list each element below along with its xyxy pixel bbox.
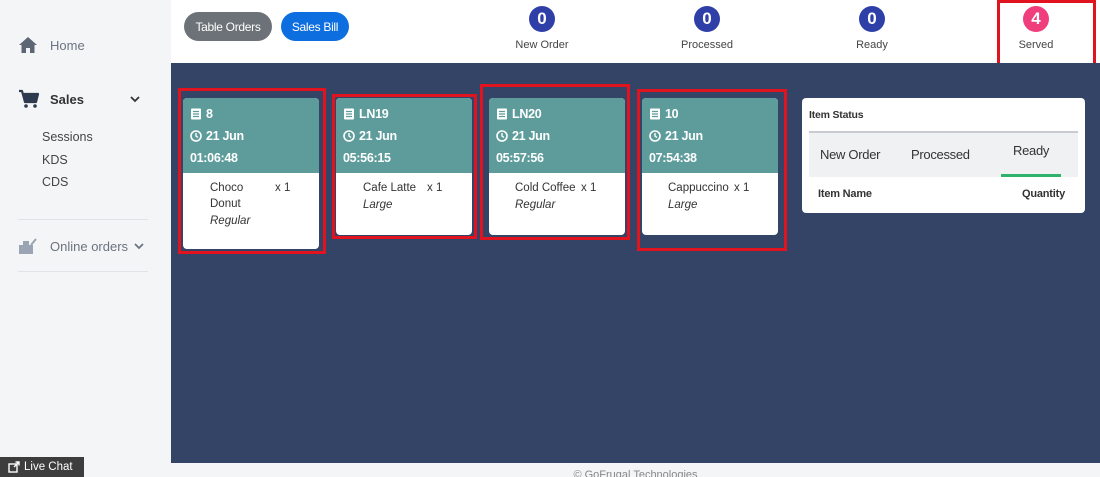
sales-submenu: Sessions KDS CDS: [42, 128, 93, 196]
sidebar-item-sales[interactable]: Sales: [18, 89, 140, 109]
sidebar-item-label: Online orders: [50, 238, 129, 254]
external-link-icon: [8, 461, 20, 473]
cart-icon: [19, 89, 40, 108]
header: Table Orders Sales Bill 0 New Order 0 Pr…: [171, 0, 1100, 66]
panel-title: Item Status: [809, 109, 864, 121]
status-tabs: New Order Processed Ready: [809, 131, 1078, 177]
sidebar-item-kds[interactable]: KDS: [42, 151, 93, 174]
table-orders-button[interactable]: Table Orders: [184, 12, 272, 41]
ticket-highlight: [332, 94, 477, 239]
ticket-highlight: [480, 84, 630, 240]
sidebar-item-sessions[interactable]: Sessions: [42, 128, 93, 151]
column-header-item-name: Item Name: [818, 188, 872, 200]
tab-new-order[interactable]: New Order: [820, 133, 880, 177]
ticket-highlight: [178, 88, 326, 254]
sales-bill-button[interactable]: Sales Bill: [281, 12, 349, 41]
footer: © GoFrugal Technologies: [171, 463, 1100, 477]
item-status-panel: Item Status New Order Processed Ready It…: [802, 98, 1085, 213]
count-badge: 0: [859, 6, 885, 32]
sidebar-item-label: Home: [50, 37, 85, 53]
sidebar-item-cds[interactable]: CDS: [42, 173, 93, 196]
tab-ready[interactable]: Ready: [1000, 133, 1062, 177]
count-badge: 0: [529, 6, 555, 32]
chevron-down-icon: [134, 243, 144, 250]
live-chat-label: Live Chat: [24, 461, 73, 473]
sidebar-divider: [18, 219, 148, 220]
sidebar-item-online-orders[interactable]: Online orders: [18, 236, 144, 256]
sidebar: Home Sales Sessions KDS CDS Online order…: [0, 0, 171, 477]
stat-label: New Order: [515, 39, 569, 51]
online-orders-icon: [19, 238, 37, 254]
live-chat-button[interactable]: Live Chat: [0, 457, 84, 477]
served-highlight: [997, 0, 1096, 66]
column-header-quantity: Quantity: [1021, 188, 1065, 200]
home-icon: [19, 37, 37, 53]
tab-processed[interactable]: Processed: [911, 133, 970, 177]
stat-new-order[interactable]: 0 New Order: [487, 6, 597, 51]
count-badge: 0: [694, 6, 720, 32]
stat-processed[interactable]: 0 Processed: [652, 6, 762, 51]
sidebar-item-home[interactable]: Home: [18, 36, 85, 54]
sidebar-divider: [18, 271, 148, 272]
kds-board: 8 21 Jun 01:06:48 Choco Donut x 1 Regula…: [171, 63, 1100, 463]
ticket-highlight: [637, 89, 787, 251]
sidebar-item-label: Sales: [50, 91, 84, 107]
stat-label: Ready: [856, 39, 888, 51]
chevron-down-icon: [130, 96, 140, 103]
stat-label: Processed: [681, 39, 733, 51]
stat-ready[interactable]: 0 Ready: [817, 6, 927, 51]
